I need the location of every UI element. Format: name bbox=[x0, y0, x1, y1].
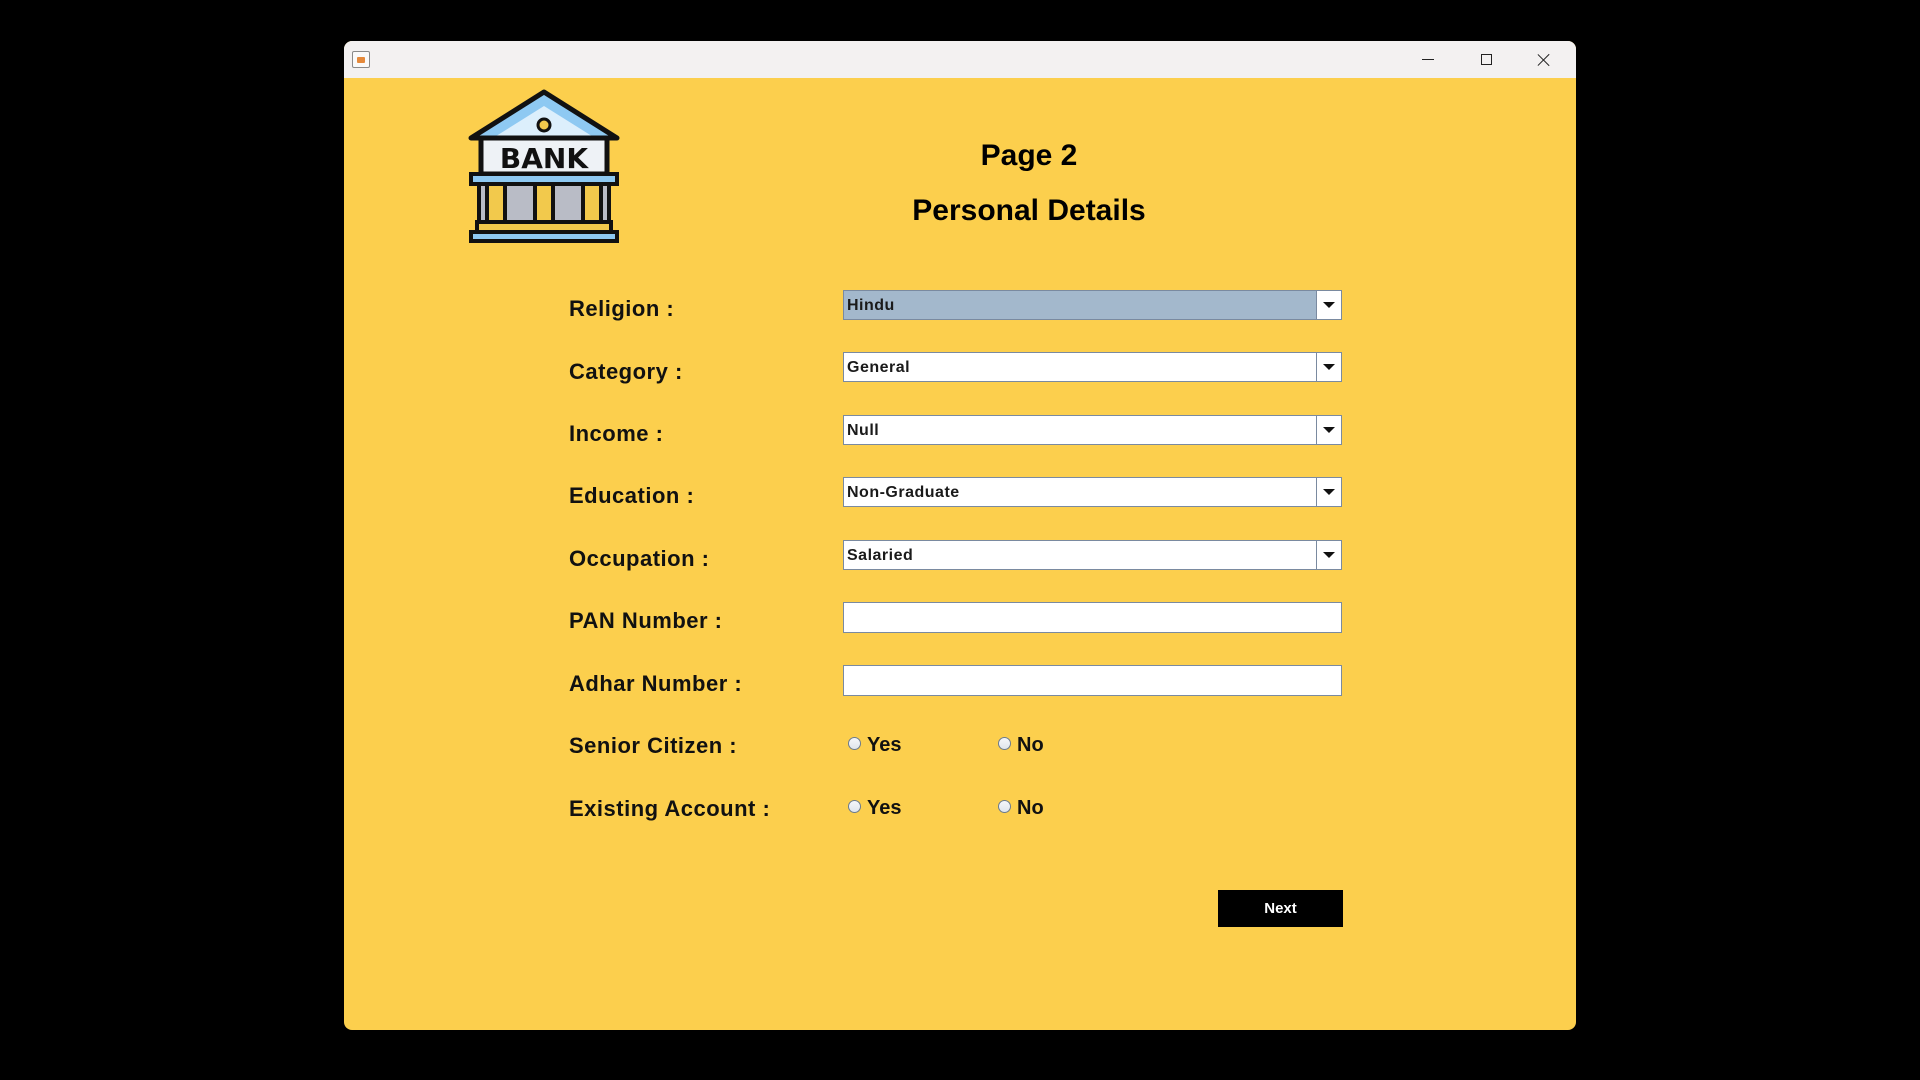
close-button[interactable] bbox=[1515, 41, 1573, 78]
title-bar[interactable] bbox=[344, 41, 1576, 78]
religion-label: Religion : bbox=[569, 296, 675, 321]
bank-logo: BANK bbox=[468, 89, 620, 243]
senior-citizen-no-label: No bbox=[1017, 734, 1044, 756]
existing-account-no-radio[interactable]: No bbox=[998, 797, 1044, 820]
radio-unchecked-icon[interactable] bbox=[848, 800, 861, 813]
senior-citizen-no-radio[interactable]: No bbox=[998, 734, 1044, 757]
education-label: Education : bbox=[569, 483, 695, 508]
chevron-down-icon bbox=[1323, 302, 1335, 308]
income-dropdown[interactable]: Null bbox=[843, 415, 1342, 445]
close-icon bbox=[1537, 53, 1551, 67]
occupation-label: Occupation : bbox=[569, 546, 710, 571]
page-title: Personal Details bbox=[912, 194, 1146, 227]
radio-unchecked-icon[interactable] bbox=[848, 737, 861, 750]
maximize-icon bbox=[1480, 54, 1492, 65]
senior-citizen-label: Senior Citizen : bbox=[569, 733, 738, 758]
education-value: Non-Graduate bbox=[847, 484, 960, 501]
religion-value: Hindu bbox=[844, 291, 1317, 319]
java-app-icon bbox=[352, 51, 370, 68]
minimize-button[interactable] bbox=[1399, 41, 1457, 78]
category-dropdown-arrow[interactable] bbox=[1316, 353, 1341, 381]
occupation-dropdown-arrow[interactable] bbox=[1316, 541, 1341, 569]
adhar-label: Adhar Number : bbox=[569, 671, 743, 696]
income-value: Null bbox=[847, 422, 880, 439]
category-dropdown[interactable]: General bbox=[843, 352, 1342, 382]
occupation-value: Salaried bbox=[847, 547, 914, 564]
maximize-button[interactable] bbox=[1457, 41, 1515, 78]
category-value: General bbox=[847, 359, 911, 376]
radio-unchecked-icon[interactable] bbox=[998, 737, 1011, 750]
chevron-down-icon bbox=[1323, 552, 1335, 558]
education-dropdown-arrow[interactable] bbox=[1316, 478, 1341, 506]
religion-dropdown-arrow[interactable] bbox=[1316, 291, 1341, 319]
existing-account-yes-label: Yes bbox=[867, 797, 902, 819]
income-label: Income : bbox=[569, 421, 664, 446]
religion-dropdown[interactable]: Hindu bbox=[843, 290, 1342, 320]
chevron-down-icon bbox=[1323, 489, 1335, 495]
adhar-input[interactable] bbox=[843, 665, 1342, 696]
next-button[interactable]: Next bbox=[1218, 890, 1343, 927]
radio-unchecked-icon[interactable] bbox=[998, 800, 1011, 813]
pan-input[interactable] bbox=[843, 602, 1342, 633]
logo-text: BANK bbox=[500, 142, 589, 175]
page-number-heading: Page 2 bbox=[980, 139, 1078, 172]
occupation-dropdown[interactable]: Salaried bbox=[843, 540, 1342, 570]
existing-account-yes-radio[interactable]: Yes bbox=[848, 797, 901, 820]
category-label: Category : bbox=[569, 359, 683, 384]
senior-citizen-yes-radio[interactable]: Yes bbox=[848, 734, 901, 757]
income-dropdown-arrow[interactable] bbox=[1316, 416, 1341, 444]
chevron-down-icon bbox=[1323, 427, 1335, 433]
education-dropdown[interactable]: Non-Graduate bbox=[843, 477, 1342, 507]
existing-account-no-label: No bbox=[1017, 797, 1044, 819]
senior-citizen-yes-label: Yes bbox=[867, 734, 902, 756]
chevron-down-icon bbox=[1323, 364, 1335, 370]
minimize-icon bbox=[1422, 59, 1434, 60]
existing-account-label: Existing Account : bbox=[569, 796, 771, 821]
signup-window: BANK Page 2 Personal Details Religion : … bbox=[344, 41, 1576, 1030]
pan-label: PAN Number : bbox=[569, 608, 723, 633]
